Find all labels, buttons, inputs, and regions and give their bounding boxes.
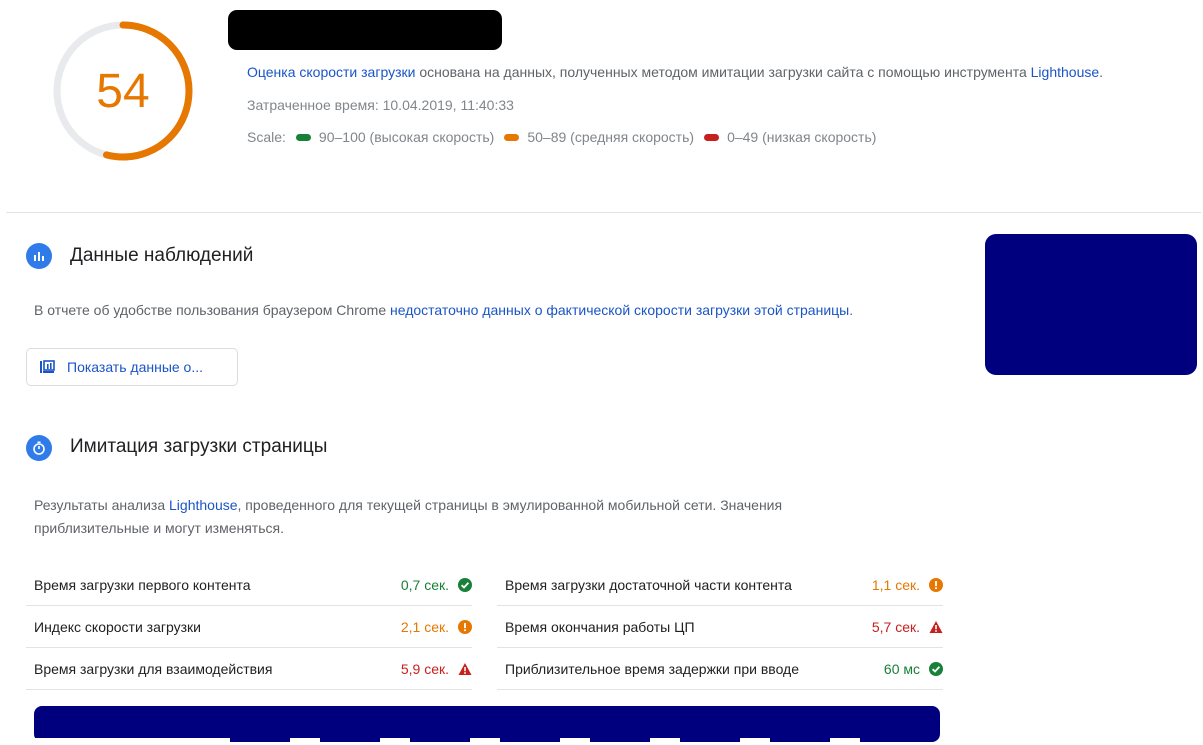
score-value: 54 [96,64,150,118]
speed-score-link[interactable]: Оценка скорости загрузки [247,64,415,80]
redaction-gap [740,738,770,745]
show-origin-data-label: Показать данные о... [67,359,204,375]
warning-triangle-icon [458,662,472,676]
scale-range-poor: 0–49 (низкая скорость) [727,129,877,145]
metric-row: Индекс скорости загрузки 2,1 сек. [26,606,472,648]
score-scale: Scale: 90–100 (высокая скорость) 50–89 (… [247,129,876,145]
metric-row: Время окончания работы ЦП 5,7 сек. [497,606,943,648]
redaction-gap [380,738,410,745]
scale-pill-poor [704,133,720,141]
metric-row: Приблизительное время задержки при вводе… [497,648,943,690]
metrics-left: Время загрузки первого контента 0,7 сек. И… [26,564,472,690]
header-divider [6,212,1201,213]
warning-triangle-icon [929,620,943,634]
metric-value: 5,7 сек. [872,619,943,635]
field-data-title: Данные наблюдений [70,245,254,266]
redaction-gap [560,738,590,745]
scale-range-average: 50–89 (средняя скорость) [527,129,695,145]
redacted-url-block [228,10,502,50]
bar-chart-icon [26,243,52,269]
info-circle-icon [458,619,472,634]
redacted-side-block [985,234,1197,375]
scale-label: Scale: [247,129,286,145]
check-circle-icon [929,661,943,676]
metric-value: 0,7 сек. [401,577,472,593]
redaction-gap [290,738,320,745]
metric-value: 5,9 сек. [401,661,472,677]
redaction-gap [34,738,230,745]
metric-value: 2,1 сек. [401,619,472,635]
metric-name: Время загрузки для взаимодействия [34,660,273,677]
insufficient-data-link[interactable]: недостаточно данных о фактической скорос… [390,302,849,318]
scale-pill-good [295,133,311,141]
info-circle-icon [929,577,943,592]
metric-name: Время загрузки достаточной части контент… [505,576,792,593]
metric-row: Время загрузки первого контента 0,7 сек. [26,564,472,606]
lighthouse-link[interactable]: Lighthouse [1031,64,1100,80]
lab-data-text: Результаты анализа Lighthouse, проведенн… [34,497,783,536]
lighthouse-link-2[interactable]: Lighthouse [169,497,238,513]
score-description: Оценка скорости загрузки основана на дан… [247,64,1104,80]
show-origin-data-button[interactable]: Показать данные о... [26,348,238,386]
metric-value: 1,1 сек. [872,577,943,593]
scale-range-good: 90–100 (высокая скорость) [318,129,495,145]
check-circle-icon [458,577,472,592]
metrics-right: Время загрузки достаточной части контент… [497,564,943,690]
metric-name: Время загрузки первого контента [34,576,251,593]
analysis-time: Затраченное время: 10.04.2019, 11:40:33 [247,97,514,113]
redacted-bottom-block [34,706,940,742]
lab-data-title: Имитация загрузки страницы [70,436,328,457]
metric-value: 60 мс [884,661,943,677]
stopwatch-icon [26,435,52,461]
redaction-gap [650,738,680,745]
metric-row: Время загрузки достаточной части контент… [497,564,943,606]
scale-pill-average [504,133,520,141]
metric-row: Время загрузки для взаимодействия 5,9 сек… [26,648,472,690]
score-description-text: основана на данных, полученных методом и… [415,64,1031,80]
metric-name: Время окончания работы ЦП [505,618,695,635]
stacked-chart-icon [39,359,55,375]
redaction-gap [830,738,860,745]
field-data-text: В отчете об удобстве пользования браузер… [34,302,854,318]
metric-name: Индекс скорости загрузки [34,618,201,635]
metric-name: Приблизительное время задержки при вводе [505,660,799,677]
redaction-gap [470,738,500,745]
